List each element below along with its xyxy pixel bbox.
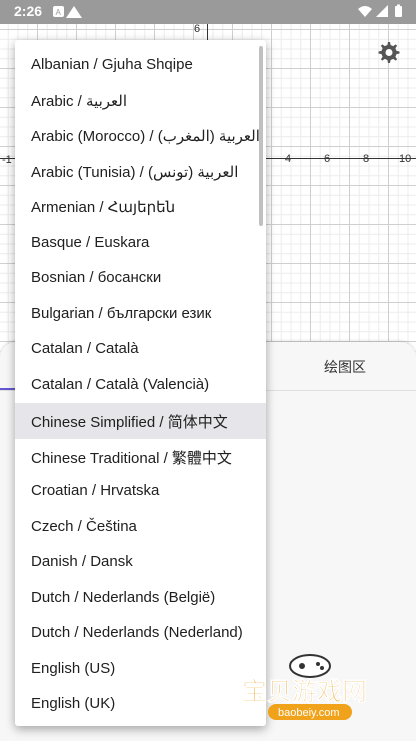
language-option-label: Catalan / Català xyxy=(31,340,139,357)
language-option-label: Chinese Simplified / 简体中文 xyxy=(31,414,228,431)
tab-indicator xyxy=(0,388,16,390)
language-option-label: Arabic / العربية xyxy=(31,92,128,110)
language-option[interactable]: Albanian / Gjuha Shqipe xyxy=(15,48,266,84)
language-option[interactable]: Bosnian / босански xyxy=(15,261,266,297)
watermark-brand: 宝贝游戏网 xyxy=(242,677,367,706)
language-option-label: Catalan / Català (Valencià) xyxy=(31,375,210,393)
watermark-logo: 宝贝游戏网 baobeiy.com xyxy=(238,652,386,730)
language-option[interactable]: Arabic (Tunisia) / (العربية (تونس xyxy=(15,155,266,191)
status-left-icons: A xyxy=(52,4,88,25)
gamepad-icon xyxy=(289,654,331,678)
language-option[interactable]: Croatian / Hrvatska xyxy=(15,474,266,510)
language-option-label: English (UK) xyxy=(31,695,116,712)
language-option-label: Danish / Dansk xyxy=(31,553,133,570)
language-option-label: Bosnian / босански xyxy=(31,269,162,286)
language-option[interactable]: English (UK) xyxy=(15,687,266,723)
gear-icon[interactable] xyxy=(376,40,400,64)
language-option[interactable]: Arabic (Morocco) / (العربية (المغرب xyxy=(15,119,266,155)
language-option[interactable]: English (US) xyxy=(15,652,266,688)
language-option-label: Czech / Čeština xyxy=(31,517,137,535)
signal-icon xyxy=(376,5,388,17)
watermark-url: baobeiy.com xyxy=(278,707,340,719)
battery-icon xyxy=(395,4,402,17)
language-option-label: Bulgarian / български език xyxy=(31,304,212,322)
x-tick-label: 10 xyxy=(399,153,412,165)
language-option-label: Dutch / Nederlands (Nederland) xyxy=(31,624,243,641)
menu-scrollbar[interactable] xyxy=(259,46,263,226)
language-option[interactable]: Basque / Euskara xyxy=(15,226,266,262)
language-option[interactable]: Czech / Čeština xyxy=(15,510,266,546)
language-option-label: Arabic (Tunisia) / (العربية (تونس xyxy=(31,163,239,181)
language-option[interactable]: Danish / Dansk xyxy=(15,545,266,581)
warning-icon xyxy=(66,6,82,18)
language-option-selected[interactable]: Chinese Simplified / 简体中文 xyxy=(15,403,266,439)
status-right-icons xyxy=(356,3,406,26)
language-option[interactable]: Dutch / Nederlands (België) xyxy=(15,581,266,617)
language-option-label: Basque / Euskara xyxy=(31,233,150,251)
language-option-label: Chinese Traditional / 繁體中文 xyxy=(31,449,232,467)
language-option-label: Arabic (Morocco) / (العربية (المغرب xyxy=(31,128,260,145)
wifi-icon xyxy=(358,6,372,17)
language-menu: Albanian / Gjuha Shqipe Arabic / العربية… xyxy=(15,40,266,726)
tab-graphics[interactable]: 绘图区 xyxy=(280,357,410,377)
x-tick-label: 8 xyxy=(363,153,370,165)
language-option-label: Armenian / Հայերեն xyxy=(31,199,176,216)
y-tick-label: 6 xyxy=(194,24,201,35)
language-option-label: English (US) xyxy=(31,659,116,677)
language-option[interactable]: Chinese Traditional / 繁體中文 xyxy=(15,439,266,475)
status-time: 2:26 xyxy=(14,3,43,19)
x-tick-label: 4 xyxy=(285,153,292,165)
x-tick-label: 6 xyxy=(324,153,331,165)
status-bar: 2:26 A xyxy=(0,0,416,24)
language-option[interactable]: Arabic / العربية xyxy=(15,84,266,120)
language-option-label: Dutch / Nederlands (België) xyxy=(31,588,216,606)
language-option-label: Croatian / Hrvatska xyxy=(31,482,160,499)
svg-text:A: A xyxy=(56,8,62,17)
language-option[interactable]: Dutch / Nederlands (Nederland) xyxy=(15,616,266,652)
x-tick-label: -1 xyxy=(2,154,12,166)
language-option-label: Albanian / Gjuha Shqipe xyxy=(31,56,193,73)
language-option[interactable]: Catalan / Català (Valencià) xyxy=(15,368,266,404)
language-option[interactable]: Armenian / Հայերեն xyxy=(15,190,266,226)
language-option[interactable]: Bulgarian / български език xyxy=(15,297,266,333)
language-option[interactable]: Catalan / Català xyxy=(15,332,266,368)
notification-app-icon: A xyxy=(53,6,64,17)
